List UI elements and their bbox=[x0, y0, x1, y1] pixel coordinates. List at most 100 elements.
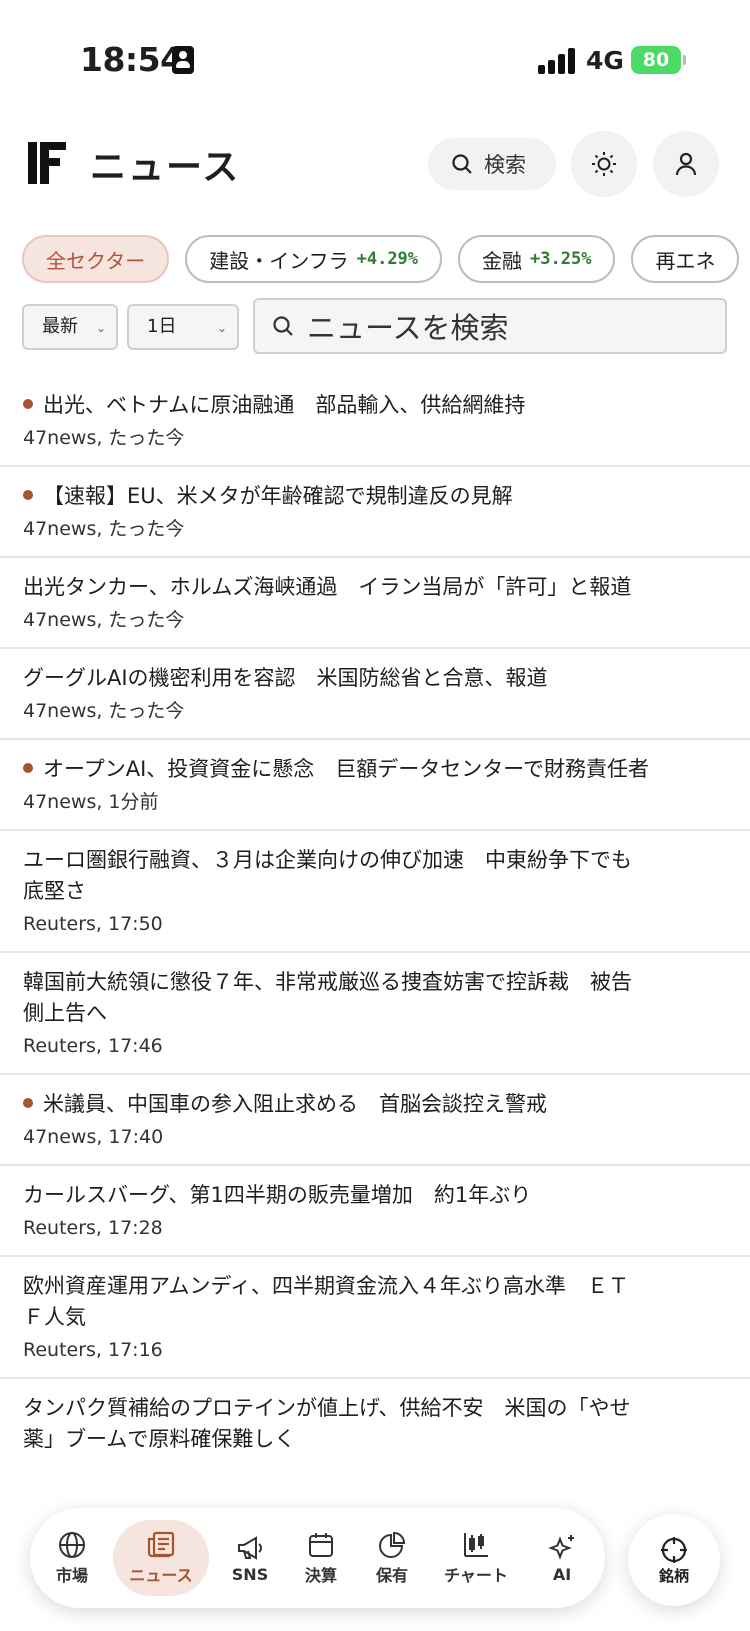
chip-label: 全セクター bbox=[46, 248, 146, 273]
news-item[interactable]: 韓国前大統領に懲役７年、非常戒厳巡る捜査妨害で控訴裁 被告側上告へ Reuter… bbox=[0, 953, 750, 1075]
sparkle-icon bbox=[548, 1534, 574, 1560]
news-headline: タンパク質補給のプロテインが値上げ、供給不安 米国の「やせ薬」ブームで原料確保難… bbox=[23, 1396, 631, 1451]
news-meta: 47news, 17:40 bbox=[23, 1126, 164, 1148]
network-type: 4G bbox=[586, 46, 624, 75]
pie-chart-icon bbox=[379, 1531, 406, 1558]
tab-market[interactable]: 市場 bbox=[42, 1520, 102, 1596]
news-item[interactable]: 出光、ベトナムに原油融通 部品輸入、供給網維持 47news, たった今 bbox=[0, 376, 750, 467]
unread-dot bbox=[23, 399, 33, 409]
account-button[interactable] bbox=[653, 131, 719, 197]
chip-label: 金融 bbox=[482, 248, 523, 273]
news-headline-text: 【速報】EU、米メタが年齢確認で規制違反の見解 bbox=[43, 484, 513, 508]
news-meta: Reuters, 17:50 bbox=[23, 913, 163, 935]
tab-label: 市場 bbox=[55, 1566, 88, 1585]
news-headline: 欧州資産運用アムンディ、四半期資金流入４年ぶり高水準 ＥＴＦ人気 bbox=[23, 1274, 630, 1329]
tab-chart[interactable]: チャート bbox=[431, 1520, 521, 1596]
tab-ai[interactable]: AI bbox=[530, 1520, 594, 1596]
news-headline: グーグルAIの機密利用を容認 米国防総省と合意、報道 bbox=[23, 666, 548, 690]
news-meta: 47news, たった今 bbox=[23, 518, 185, 540]
news-headline: 出光タンカー、ホルムズ海峡通過 イラン当局が「許可」と報道 bbox=[23, 575, 632, 599]
tab-label: 決算 bbox=[304, 1566, 337, 1585]
battery-indicator: 80 bbox=[631, 46, 686, 74]
news-headline: 【速報】EU、米メタが年齢確認で規制違反の見解 bbox=[23, 481, 633, 512]
news-headline: カールスバーグ、第1四半期の販売量増加 約1年ぶり bbox=[23, 1183, 532, 1207]
tab-holdings[interactable]: 保有 bbox=[360, 1520, 424, 1596]
news-item[interactable]: グーグルAIの機密利用を容認 米国防総省と合意、報道 47news, たった今 bbox=[0, 649, 750, 740]
tab-label: 保有 bbox=[375, 1566, 408, 1585]
news-item[interactable]: ユーロ圏銀行融資、３月は企業向けの伸び加速 中東紛争下でも底堅さ Reuters… bbox=[0, 831, 750, 953]
chip-change: +4.29% bbox=[356, 249, 419, 269]
crosshair-icon bbox=[661, 1536, 687, 1563]
sector-chip-all[interactable]: 全セクター bbox=[22, 235, 170, 283]
news-meta: Reuters, 17:16 bbox=[23, 1339, 163, 1361]
app-logo bbox=[28, 142, 66, 184]
news-meta: Reuters, 17:28 bbox=[23, 1217, 163, 1239]
stock-picker-label: 銘柄 bbox=[658, 1566, 689, 1585]
megaphone-icon bbox=[238, 1535, 262, 1560]
unread-dot bbox=[23, 490, 33, 500]
news-item[interactable]: カールスバーグ、第1四半期の販売量増加 約1年ぶり Reuters, 17:28 bbox=[0, 1166, 750, 1257]
status-bar: 18:54 4G 80 bbox=[0, 0, 750, 110]
news-meta: Reuters, 17:46 bbox=[23, 1035, 163, 1057]
news-headline: オープンAI、投資資金に懸念 巨額データセンターで財務責任者 bbox=[23, 754, 723, 785]
sector-chip-finance[interactable]: 金融 +3.25% bbox=[458, 235, 616, 283]
candlestick-chart-icon bbox=[464, 1533, 488, 1557]
calendar-icon bbox=[309, 1533, 333, 1557]
tab-label: SNS bbox=[231, 1564, 269, 1584]
signal-strength-icon bbox=[538, 48, 576, 74]
news-item[interactable]: 【速報】EU、米メタが年齢確認で規制違反の見解 47news, たった今 bbox=[0, 467, 750, 558]
news-item[interactable]: タンパク質補給のプロテインが値上げ、供給不安 米国の「やせ薬」ブームで原料確保難… bbox=[0, 1379, 750, 1469]
tab-sns[interactable]: SNS bbox=[218, 1520, 282, 1596]
news-item[interactable]: オープンAI、投資資金に懸念 巨額データセンターで財務責任者 47news, 1… bbox=[0, 740, 750, 831]
search-icon bbox=[452, 154, 472, 174]
news-headline: 出光、ベトナムに原油融通 部品輸入、供給網維持 bbox=[23, 390, 633, 421]
news-headline: ユーロ圏銀行融資、３月は企業向けの伸び加速 中東紛争下でも底堅さ bbox=[23, 848, 632, 903]
sun-icon bbox=[592, 152, 616, 176]
news-list: 出光、ベトナムに原油融通 部品輸入、供給網維持 47news, たった今 【速報… bbox=[0, 376, 750, 1469]
contact-badge-icon bbox=[172, 46, 194, 74]
tab-label: チャート bbox=[444, 1566, 508, 1585]
news-item[interactable]: 出光タンカー、ホルムズ海峡通過 イラン当局が「許可」と報道 47news, たっ… bbox=[0, 558, 750, 649]
news-meta: 47news, たった今 bbox=[23, 609, 185, 631]
news-headline: 韓国前大統領に懲役７年、非常戒厳巡る捜査妨害で控訴裁 被告側上告へ bbox=[23, 970, 632, 1025]
news-headline-text: 米議員、中国車の参入阻止求める 首脳会談控え警戒 bbox=[43, 1092, 547, 1116]
sector-chip-renewable[interactable]: 再エネ bbox=[631, 235, 740, 283]
bottom-tab-bar: 市場 ニュース SNS 決算 保有 チャート AI bbox=[30, 1508, 605, 1608]
sector-chip-row: 全セクター 建設・インフラ +4.29% 金融 +3.25% 再エネ bbox=[22, 235, 750, 285]
news-headline: 米議員、中国車の参入阻止求める 首脳会談控え警戒 bbox=[23, 1089, 633, 1120]
period-select-value: 1日 bbox=[147, 316, 177, 337]
news-meta: 47news, たった今 bbox=[23, 700, 185, 722]
news-meta: 47news, たった今 bbox=[23, 427, 185, 449]
search-icon bbox=[273, 316, 293, 336]
stock-picker-button[interactable]: 銘柄 bbox=[628, 1514, 720, 1606]
user-icon bbox=[675, 152, 697, 176]
tab-news[interactable]: ニュース bbox=[113, 1520, 209, 1596]
news-item[interactable]: 欧州資産運用アムンディ、四半期資金流入４年ぶり高水準 ＥＴＦ人気 Reuters… bbox=[0, 1257, 750, 1379]
news-headline-text: オープンAI、投資資金に懸念 巨額データセンターで財務責任者 bbox=[43, 757, 650, 781]
sector-chip-construction[interactable]: 建設・インフラ +4.29% bbox=[185, 235, 443, 283]
chip-label: 建設・インフラ bbox=[209, 248, 349, 273]
tab-label: AI bbox=[552, 1564, 572, 1584]
tab-earnings[interactable]: 決算 bbox=[289, 1520, 353, 1596]
page-title: ニュース bbox=[90, 147, 241, 188]
chip-change: +3.25% bbox=[530, 249, 592, 269]
status-time: 18:54 bbox=[80, 40, 183, 79]
globe-icon bbox=[59, 1532, 85, 1558]
news-search-placeholder: ニュースを検索 bbox=[307, 311, 509, 345]
search-button[interactable]: 検索 bbox=[428, 138, 556, 190]
chip-label: 再エネ bbox=[655, 248, 716, 273]
chevron-down-icon: ⌄ bbox=[95, 321, 106, 335]
news-search-input[interactable]: ニュースを検索 bbox=[253, 298, 727, 354]
news-item[interactable]: 米議員、中国車の参入阻止求める 首脳会談控え警戒 47news, 17:40 bbox=[0, 1075, 750, 1166]
search-button-label: 検索 bbox=[484, 153, 526, 177]
news-headline-text: 出光、ベトナムに原油融通 部品輸入、供給網維持 bbox=[43, 393, 526, 417]
period-select[interactable]: 1日 ⌄ bbox=[127, 304, 239, 350]
chevron-down-icon: ⌄ bbox=[216, 321, 227, 335]
news-meta: 47news, 1分前 bbox=[23, 791, 159, 813]
unread-dot bbox=[23, 1098, 33, 1108]
newspaper-icon bbox=[147, 1531, 175, 1558]
theme-toggle-button[interactable] bbox=[571, 131, 637, 197]
tab-label: ニュース bbox=[129, 1566, 193, 1585]
sort-select[interactable]: 最新 ⌄ bbox=[22, 304, 118, 350]
sort-select-value: 最新 bbox=[42, 316, 78, 337]
